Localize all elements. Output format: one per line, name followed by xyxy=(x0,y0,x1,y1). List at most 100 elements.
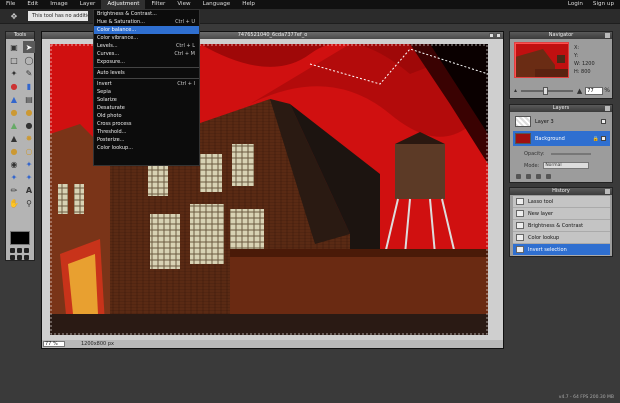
menu-item-solarize[interactable]: Solarize xyxy=(94,96,199,104)
w-label: W: xyxy=(574,61,581,67)
zoom-in-icon[interactable]: ▲ xyxy=(577,87,582,95)
crop-tool-icon[interactable]: ▣ xyxy=(8,41,20,53)
menu-image[interactable]: Image xyxy=(44,0,74,9)
sponge-tool-icon[interactable]: ● xyxy=(8,145,20,157)
menu-item-auto-levels[interactable]: Auto levels xyxy=(94,69,199,77)
red-eye-tool-icon[interactable]: ◉ xyxy=(8,158,20,170)
menu-item-curves[interactable]: Curves... Ctrl + M xyxy=(94,50,199,58)
clone-tool-icon[interactable]: ● xyxy=(8,106,20,118)
menu-item-levels[interactable]: Levels... Ctrl + L xyxy=(94,42,199,50)
menu-language[interactable]: Language xyxy=(197,0,237,9)
opacity-slider[interactable] xyxy=(550,153,591,155)
image-title: 7476521040_6cda7377ef_o xyxy=(237,32,308,38)
smudge-tool-icon[interactable]: ✸ xyxy=(23,132,35,144)
hand-tool-icon[interactable]: ✋ xyxy=(8,197,20,209)
delete-layer-icon[interactable] xyxy=(546,174,551,179)
menu-item-posterize[interactable]: Posterize... xyxy=(94,136,199,144)
eraser-tool-icon[interactable]: ▮ xyxy=(23,80,35,92)
menu-item-color-vibrance[interactable]: Color vibrance... xyxy=(94,34,199,42)
menu-item-hue-saturation[interactable]: Hue & Saturation... Ctrl + U xyxy=(94,18,199,26)
navigator-title-text: Navigator xyxy=(548,32,574,38)
layer-row-background[interactable]: Background 🔒 xyxy=(513,131,610,146)
blur-tool-icon[interactable]: ● xyxy=(23,119,35,131)
menu-item-label: Levels... xyxy=(97,43,118,49)
new-layer-icon[interactable] xyxy=(536,174,541,179)
history-step-icon xyxy=(516,222,524,229)
navigator-title: Navigator xyxy=(510,32,612,39)
menu-item-invert[interactable]: Invert Ctrl + I xyxy=(94,80,199,88)
close-icon[interactable] xyxy=(605,33,610,38)
menu-item-brightness-contrast[interactable]: Brightness & Contrast... xyxy=(94,10,199,18)
drawing-tool-icon[interactable]: ▲ xyxy=(8,119,20,131)
history-item-new-layer[interactable]: New layer xyxy=(513,208,610,220)
navigator-thumbnail[interactable] xyxy=(514,42,569,78)
navigator-panel: Navigator X: Y: W: 1200 H: 800 ▴ ▲ 77 % xyxy=(509,31,613,99)
menu-item-exposure[interactable]: Exposure... xyxy=(94,58,199,66)
move-tool-icon[interactable]: ➤ xyxy=(23,41,35,53)
menu-item-color-balance[interactable]: Color balance... xyxy=(94,26,199,34)
zoom-tool-icon[interactable]: ⚲ xyxy=(23,197,35,209)
menu-view[interactable]: View xyxy=(171,0,196,9)
menu-item-threshold[interactable]: Threshold... xyxy=(94,128,199,136)
primary-color-swatch[interactable] xyxy=(10,231,30,245)
layer-visibility-checkbox[interactable] xyxy=(601,136,606,141)
history-item-label: Brightness & Contrast xyxy=(528,222,584,229)
zoom-slider[interactable] xyxy=(521,86,573,95)
close-icon[interactable] xyxy=(605,189,610,194)
brush-tool-icon[interactable]: ● xyxy=(8,80,20,92)
text-tool-icon[interactable]: A xyxy=(23,184,35,196)
menu-item-desaturate[interactable]: Desaturate xyxy=(94,104,199,112)
marquee-tool-icon[interactable]: □ xyxy=(8,54,20,66)
canvas-zoom-input[interactable]: 77 % xyxy=(43,341,65,347)
login-link[interactable]: Login xyxy=(568,0,583,9)
gradient-tool-icon[interactable]: ▤ xyxy=(23,93,35,105)
menu-layer[interactable]: Layer xyxy=(74,0,102,9)
dodge-tool-icon[interactable]: ○ xyxy=(23,145,35,157)
maximize-icon[interactable] xyxy=(489,33,494,38)
spot-heal-tool-icon[interactable]: ✦ xyxy=(23,158,35,170)
history-item-lasso-tool[interactable]: Lasso tool xyxy=(513,196,610,208)
lasso-tool-icon[interactable]: ◯ xyxy=(23,54,35,66)
layer-settings-icon[interactable] xyxy=(516,174,521,179)
history-item-color-lookup[interactable]: Color lookup xyxy=(513,232,610,244)
color-replace-tool-icon[interactable]: ● xyxy=(23,106,35,118)
menu-item-label: Color balance... xyxy=(97,27,137,33)
menu-item-sepia[interactable]: Sepia xyxy=(94,88,199,96)
swatch-options[interactable] xyxy=(10,248,29,260)
zoom-out-icon[interactable]: ▴ xyxy=(514,87,517,94)
bucket-tool-icon[interactable]: ▲ xyxy=(8,93,20,105)
menu-edit[interactable]: Edit xyxy=(21,0,44,9)
blend-mode-select[interactable]: Normal xyxy=(543,162,590,169)
bloat-tool-icon[interactable]: ✦ xyxy=(8,171,20,183)
history-item-brightness-contrast[interactable]: Brightness & Contrast xyxy=(513,220,610,232)
menu-help[interactable]: Help xyxy=(236,0,261,9)
layer-visibility-checkbox[interactable] xyxy=(601,119,606,124)
opacity-row: Opacity: xyxy=(524,151,591,157)
layer-actions xyxy=(516,174,551,179)
menu-filter[interactable]: Filter xyxy=(145,0,171,9)
x-label: X: xyxy=(574,45,580,51)
wand-tool-icon[interactable]: ✦ xyxy=(8,67,20,79)
tool-options-message: This tool has no additional xyxy=(28,11,88,21)
menu-item-cross-process[interactable]: Cross process xyxy=(94,120,199,128)
zoom-slider-handle[interactable] xyxy=(543,86,549,95)
sharpen-tool-icon[interactable]: ▲ xyxy=(8,132,20,144)
pinch-tool-icon[interactable]: ✦ xyxy=(23,171,35,183)
navigator-zoom-input[interactable]: 77 xyxy=(585,86,604,95)
pencil-tool-icon[interactable]: ✎ xyxy=(23,67,35,79)
menu-item-label: Desaturate xyxy=(97,105,125,111)
menu-item-color-lookup[interactable]: Color lookup... xyxy=(94,144,199,152)
menu-item-old-photo[interactable]: Old photo xyxy=(94,112,199,120)
history-step-icon xyxy=(516,210,524,217)
menu-file[interactable]: File xyxy=(0,0,21,9)
navigator-zoom-row: ▴ ▲ 77 % xyxy=(514,86,610,95)
menu-adjustment[interactable]: Adjustment xyxy=(101,0,146,9)
app-status-text: v4.7 - 64 FPS 200.30 MB xyxy=(558,395,614,400)
close-icon[interactable] xyxy=(605,106,610,111)
signup-link[interactable]: Sign up xyxy=(593,0,614,9)
layer-row-layer-3[interactable]: Layer 3 xyxy=(513,114,610,129)
close-icon[interactable] xyxy=(496,33,501,38)
history-item-invert-selection[interactable]: Invert selection xyxy=(513,244,610,256)
layer-mask-icon[interactable] xyxy=(526,174,531,179)
eyedropper-tool-icon[interactable]: ✏ xyxy=(8,184,20,196)
